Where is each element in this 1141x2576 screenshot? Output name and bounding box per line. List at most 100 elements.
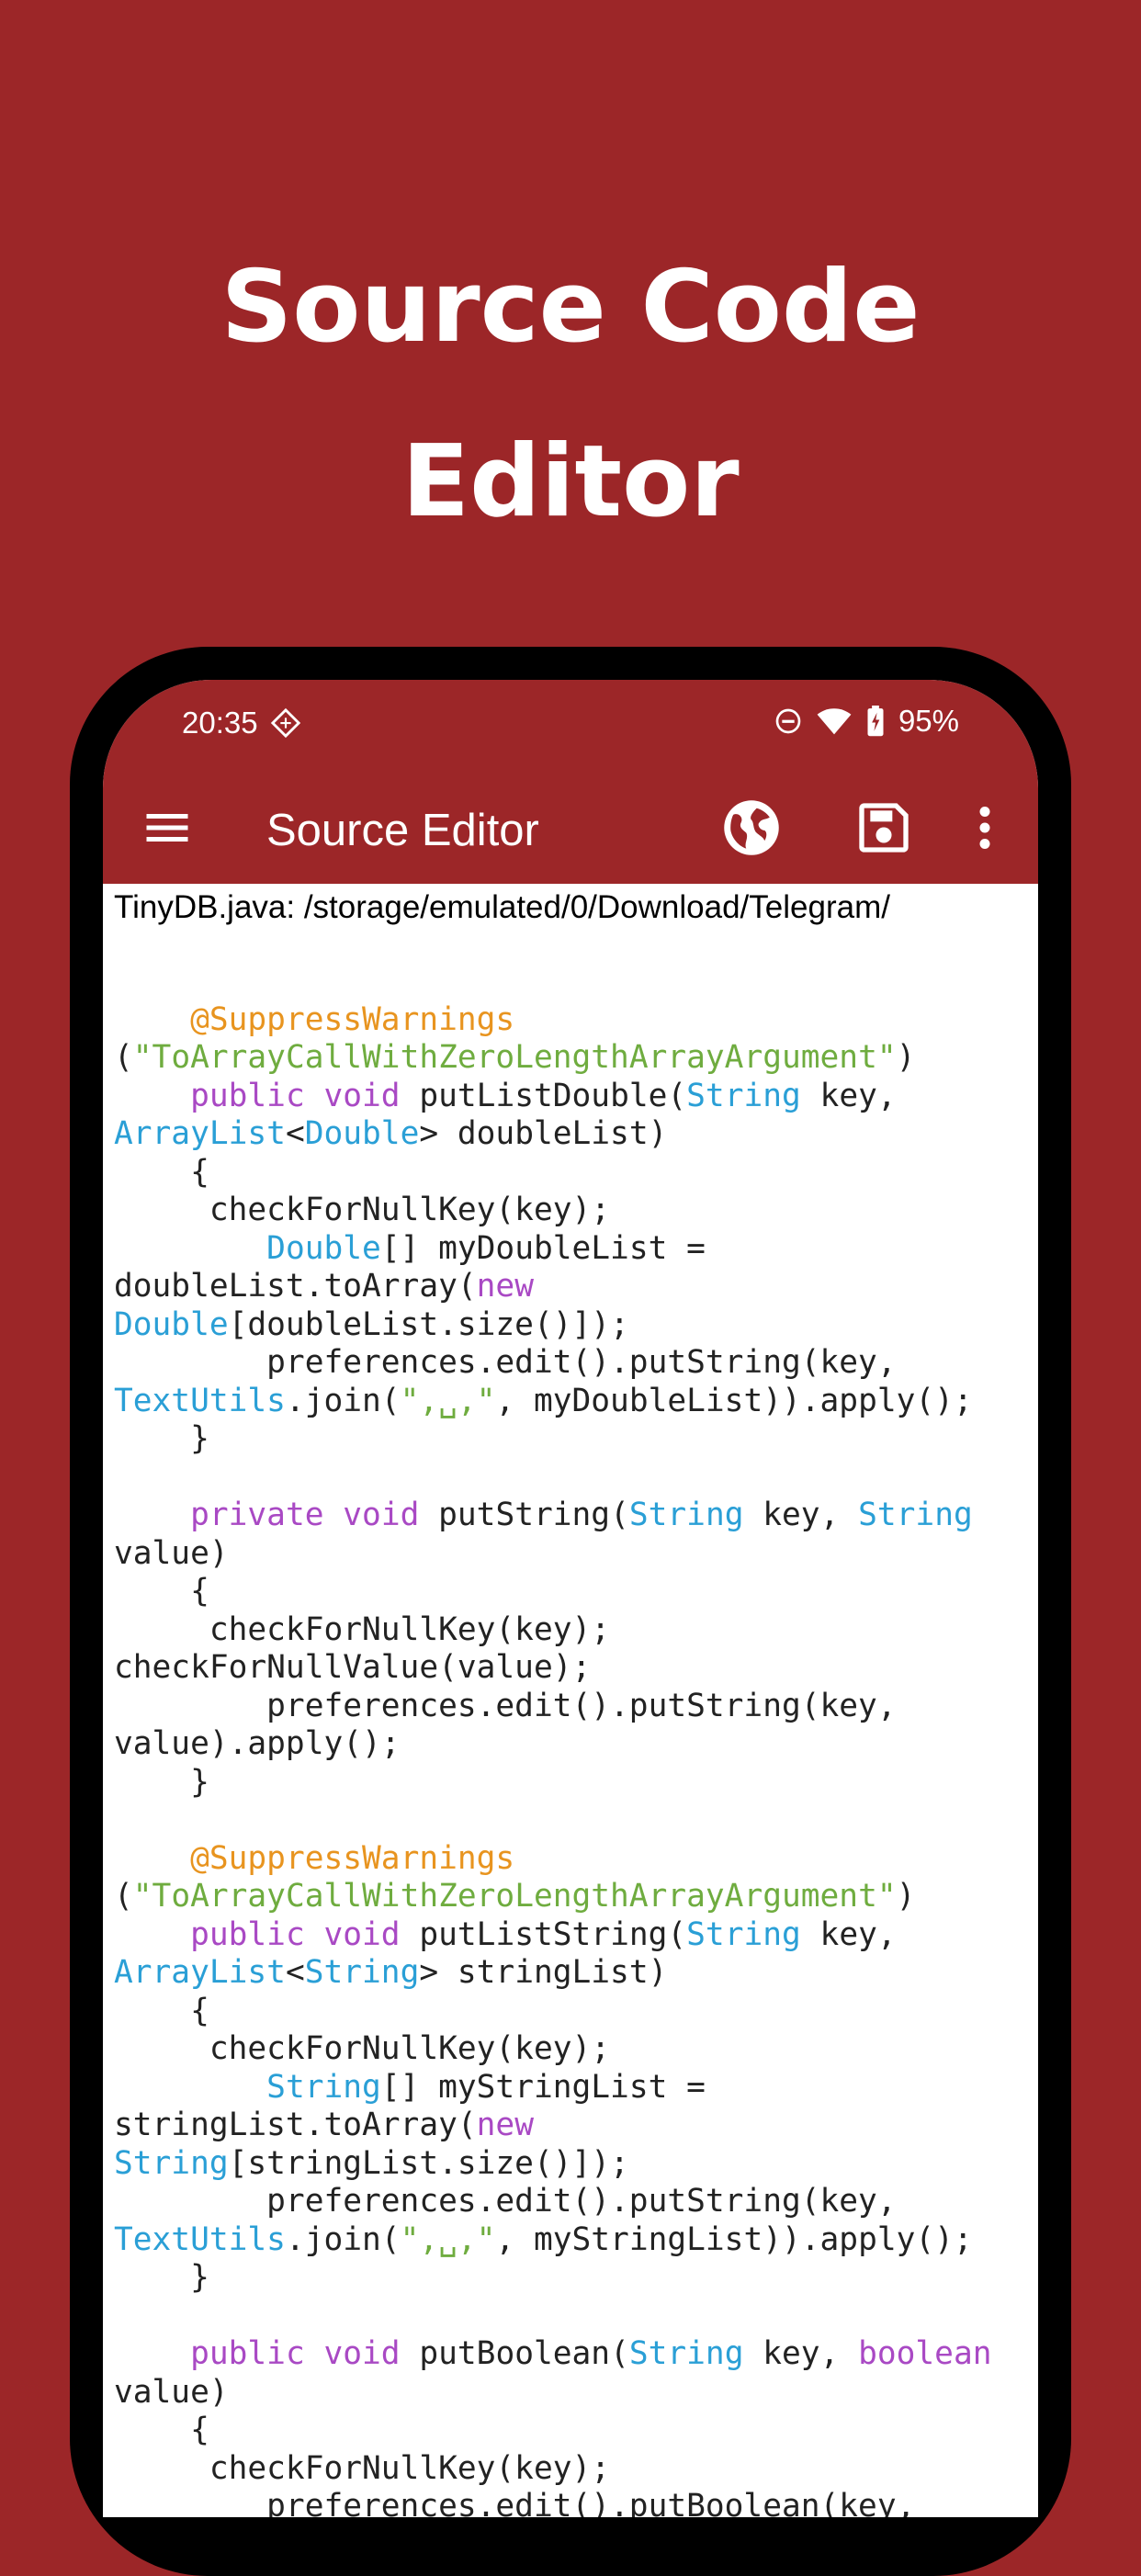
code-line: {	[114, 1993, 1033, 2031]
code-line: checkForNullKey(key);	[114, 1611, 1033, 1650]
code-line: TextUtils.join(",␣,", myDoubleList)).app…	[114, 1383, 1033, 1421]
code-token: <	[285, 1954, 305, 1991]
code-token: Double	[266, 1229, 381, 1267]
code-token: String	[858, 1497, 973, 1533]
code-token: String	[628, 1497, 744, 1533]
code-token: > stringList)	[419, 1954, 668, 1991]
save-icon[interactable]	[854, 798, 913, 857]
code-token: [] myDoubleList =	[380, 1229, 706, 1267]
code-token: doubleList.toArray(	[114, 1268, 477, 1305]
code-line: Double[doubleList.size()]);	[114, 1306, 1033, 1345]
code-token: preferences.edit().putBoolean(key,	[114, 2488, 916, 2517]
code-token: .join(	[285, 2220, 401, 2258]
code-token: String	[686, 1077, 801, 1114]
code-token: key,	[743, 2335, 859, 2372]
code-token: new	[476, 1268, 534, 1305]
code-line: stringList.toArray(new	[114, 2107, 1033, 2145]
battery-icon	[867, 706, 884, 737]
code-token: <	[285, 1115, 305, 1152]
code-line: private void putString(String key, Strin…	[114, 1497, 1033, 1535]
code-token: }	[114, 2259, 209, 2296]
code-line: @SuppressWarnings	[114, 1840, 1033, 1879]
code-line: String[] myStringList =	[114, 2069, 1033, 2107]
code-line: @SuppressWarnings	[114, 1001, 1033, 1040]
file-path: TinyDB.java: /storage/emulated/0/Downloa…	[114, 889, 890, 925]
code-line: {	[114, 1154, 1033, 1192]
headline-line-2: Editor	[401, 424, 740, 539]
code-token: Double	[114, 1305, 229, 1343]
code-line: }	[114, 1420, 1033, 1459]
code-token: key,	[743, 1497, 859, 1533]
app-bar: Source Editor	[103, 772, 1038, 884]
code-token: preferences.edit().putString(key,	[114, 2183, 897, 2220]
code-token: [] myStringList =	[380, 2068, 706, 2106]
status-time-text: 20:35	[182, 706, 258, 740]
code-token: value)	[114, 2373, 229, 2411]
code-token: key,	[800, 1077, 897, 1114]
code-token: checkForNullKey(key);	[114, 1610, 611, 1648]
code-token: TextUtils	[114, 1382, 286, 1419]
menu-icon[interactable]	[140, 800, 195, 855]
code-token: {	[114, 2412, 209, 2448]
code-line: {	[114, 2412, 1033, 2450]
code-token: @SuppressWarnings	[190, 1000, 515, 1038]
code-line: public void putListString(String key,	[114, 1916, 1033, 1955]
code-line: }	[114, 1764, 1033, 1802]
code-line: preferences.edit().putBoolean(key,	[114, 2488, 1033, 2517]
more-vert-icon[interactable]	[957, 800, 1012, 855]
code-token: String	[628, 2335, 744, 2372]
code-line: String[stringList.size()]);	[114, 2145, 1033, 2184]
code-token: new	[476, 2107, 534, 2143]
code-line: TextUtils.join(",␣,", myStringList)).app…	[114, 2221, 1033, 2260]
code-token: String	[114, 2144, 229, 2182]
dnd-icon	[775, 708, 801, 734]
code-token: , myStringList)).apply();	[495, 2220, 973, 2258]
code-token: public	[190, 1915, 305, 1953]
code-token: private	[190, 1497, 324, 1533]
code-token: [doubleList.size()]);	[228, 1305, 629, 1343]
code-line: value)	[114, 1535, 1033, 1574]
headline-line-1: Source Code	[220, 250, 921, 365]
code-line: {	[114, 1573, 1033, 1611]
code-token: {	[114, 1153, 209, 1191]
app-title: Source Editor	[266, 806, 539, 855]
code-token: checkForNullValue(value);	[114, 1649, 592, 1686]
code-token: stringList.toArray(	[114, 2107, 477, 2143]
code-token: putString(	[419, 1497, 629, 1533]
code-token: , myDoubleList)).apply();	[495, 1382, 973, 1419]
code-token: checkForNullKey(key);	[114, 2449, 611, 2487]
code-token: ArrayList	[114, 1954, 286, 1991]
code-token: Double	[304, 1115, 420, 1152]
code-token: boolean	[858, 2335, 992, 2372]
code-editor[interactable]: @SuppressWarnings ("ToArrayCallWithZeroLe…	[114, 963, 1033, 2518]
code-token: value).apply();	[114, 1725, 401, 1762]
code-line: value).apply();	[114, 1725, 1033, 1764]
code-token: @SuppressWarnings	[190, 1839, 515, 1877]
headline: Source Code Editor	[0, 220, 1141, 570]
code-token: preferences.edit().putString(key,	[114, 1687, 897, 1724]
code-line: public void putBoolean(String key, boole…	[114, 2335, 1033, 2374]
code-token: .join(	[285, 1382, 401, 1419]
code-token: checkForNullKey(key);	[114, 2030, 611, 2067]
code-token: }	[114, 1763, 209, 1801]
code-line: preferences.edit().putString(key,	[114, 1344, 1033, 1383]
code-token: public	[190, 2335, 305, 2372]
code-token: public	[190, 1077, 305, 1114]
code-line: preferences.edit().putString(key,	[114, 1688, 1033, 1726]
globe-icon[interactable]	[720, 797, 783, 859]
code-token: void	[323, 1077, 401, 1114]
